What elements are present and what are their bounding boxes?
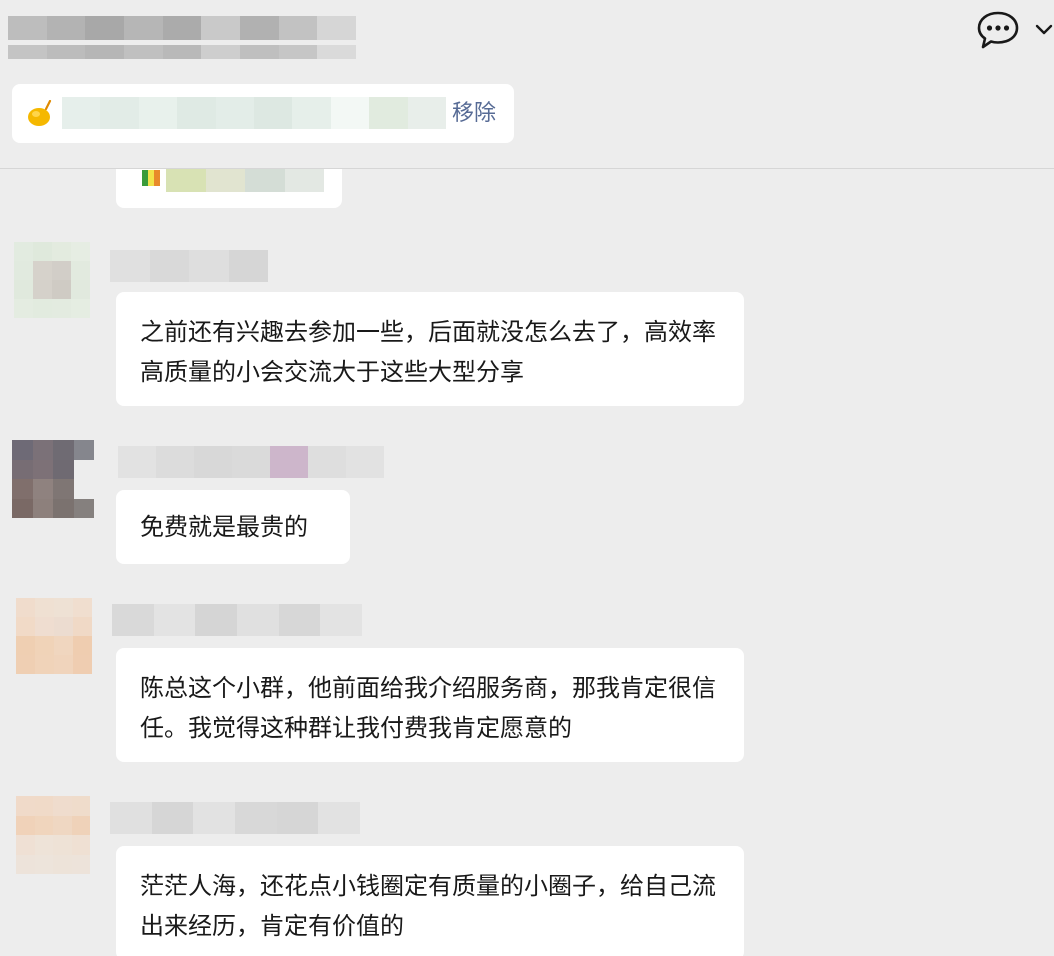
chat-bubble-dots-icon[interactable] — [976, 10, 1020, 50]
pinned-message-text — [62, 97, 447, 129]
sender-name — [112, 604, 363, 636]
chat-title — [8, 16, 357, 40]
chat-subtitle — [8, 45, 357, 59]
message-bubble[interactable]: 之前还有兴趣去参加一些，后面就没怎么去了，高效率高质量的小会交流大于这些大型分享 — [116, 292, 744, 406]
message-bubble[interactable]: 免费就是最贵的 — [116, 490, 350, 564]
chevron-down-icon[interactable] — [1034, 20, 1054, 40]
message-bubble[interactable]: 茫茫人海，还花点小钱圈定有质量的小圈子，给自己流出来经历，肯定有价值的 — [116, 846, 744, 956]
remove-button[interactable]: 移除 — [452, 98, 496, 130]
message-text: 陈总这个小群，他前面给我介绍服务商，那我肯定很信任。我觉得这种群让我付费我肯定愿… — [140, 674, 716, 742]
sender-name — [118, 446, 384, 478]
message-text: 茫茫人海，还花点小钱圈定有质量的小圈子，给自己流出来经历，肯定有价值的 — [140, 872, 716, 940]
chat-window: 之前还有兴趣去参加一些，后面就没怎么去了，高效率高质量的小会交流大于这些大型分享… — [0, 0, 1054, 956]
avatar[interactable] — [16, 796, 90, 874]
pinned-message-bar[interactable]: 移除 — [12, 84, 514, 143]
sender-name — [110, 250, 268, 282]
message-bubble[interactable]: 陈总这个小群，他前面给我介绍服务商，那我肯定很信任。我觉得这种群让我付费我肯定愿… — [116, 648, 744, 762]
chat-header: 移除 — [0, 0, 1054, 169]
flag-icon — [142, 170, 160, 186]
avatar[interactable] — [16, 598, 92, 674]
message-text: 之前还有兴趣去参加一些，后面就没怎么去了，高效率高质量的小会交流大于这些大型分享 — [140, 318, 716, 386]
avatar[interactable] — [12, 440, 94, 518]
avatar[interactable] — [14, 242, 90, 318]
lemon-icon — [28, 100, 52, 126]
sender-name — [110, 802, 361, 834]
message-text: 免费就是最贵的 — [140, 513, 308, 541]
